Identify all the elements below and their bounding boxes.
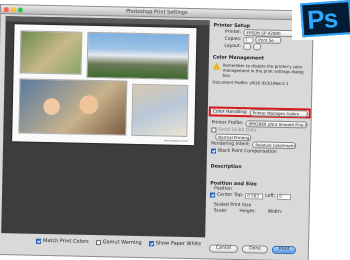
black-point-compensation-checkbox[interactable]: Black Point Compensation <box>218 149 277 155</box>
send-16bit-checkbox[interactable]: Send 16-bit Data <box>218 128 256 134</box>
cancel-button[interactable]: Cancel <box>208 244 239 254</box>
description-heading[interactable]: Description <box>211 164 309 171</box>
screenshot: Photoshop Print Settings www.epson.com M… <box>0 0 350 260</box>
print-dialog: Photoshop Print Settings www.epson.com M… <box>0 4 314 260</box>
checkbox-icon[interactable] <box>148 240 154 246</box>
print-preview: www.epson.com <box>1 16 210 238</box>
color-warning: Remember to disable the printer's color … <box>212 62 311 79</box>
photo-children <box>18 78 128 136</box>
printer-profile-select[interactable]: SPR2880 Ultra Smooth Fine Art Paper <box>245 120 308 129</box>
checkbox-icon[interactable] <box>210 148 217 154</box>
photo-mountains <box>86 31 190 80</box>
match-print-colors-checkbox[interactable]: Match Print Colors <box>35 238 89 245</box>
layout-landscape-button[interactable] <box>253 43 262 51</box>
left-field[interactable]: 0 <box>277 193 292 200</box>
warning-icon <box>212 62 221 70</box>
checkbox-icon[interactable] <box>95 239 101 245</box>
done-button[interactable]: Done <box>242 245 269 254</box>
copies-field[interactable]: 1 <box>243 36 254 43</box>
normal-printing-select[interactable]: Normal Printing <box>215 133 252 142</box>
photo-portrait <box>131 83 189 137</box>
photo-thumbnail <box>19 30 83 75</box>
checkbox-icon[interactable] <box>211 127 217 133</box>
preview-paper: www.epson.com <box>12 24 197 146</box>
checkbox-icon[interactable] <box>209 192 216 198</box>
color-handling-select[interactable]: Printer Manages Colors <box>249 108 308 117</box>
layout-portrait-button[interactable] <box>243 43 252 51</box>
photoshop-logo-icon: Ps <box>300 0 350 38</box>
center-checkbox[interactable]: Center <box>217 193 232 198</box>
top-field[interactable]: 0.583 <box>245 192 264 200</box>
color-management-heading: Color Management <box>212 55 265 62</box>
checkbox-icon[interactable] <box>35 238 42 244</box>
print-button[interactable]: Print <box>271 245 297 255</box>
preview-options: Match Print Colors Gamut Warning Show Pa… <box>35 238 201 247</box>
color-handling-row: Color Handling: Printer Manages Colors <box>208 106 311 119</box>
window-controls <box>3 7 23 13</box>
dialog-buttons: Cancel Done Print <box>208 244 297 255</box>
gamut-warning-checkbox[interactable]: Gamut Warning <box>95 239 142 246</box>
document-profile: Document Profile: sRGB IEC61966-2.1 <box>212 79 289 87</box>
window-title: Photoshop Print Settings <box>126 8 188 16</box>
minimize-icon[interactable] <box>10 7 16 13</box>
settings-panel: Printer Setup Printer: EPSON SP R2880 Cop… <box>208 20 312 260</box>
rendering-intent-select[interactable]: Relative Colorimetric <box>252 141 297 150</box>
close-icon[interactable] <box>3 7 9 13</box>
preview-caption: www.epson.com <box>163 138 189 143</box>
zoom-icon[interactable] <box>17 7 23 13</box>
show-paper-white-checkbox[interactable]: Show Paper White <box>148 240 201 247</box>
